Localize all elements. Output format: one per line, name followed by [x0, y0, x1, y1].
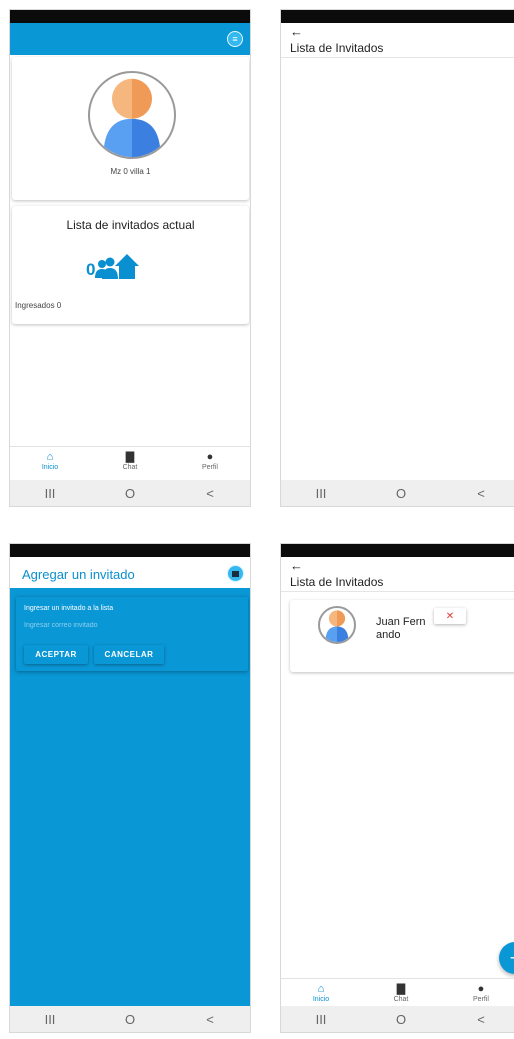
chat-icon: ▇ [125, 451, 135, 463]
guest-count: 0 [86, 260, 96, 279]
guest-summary-card: Lista de invitados actual 0 Ingresados 0 [12, 206, 249, 324]
system-nav-bar: III O < [281, 1006, 514, 1032]
guest-list-item: Juan Fernando ✕ [290, 600, 514, 672]
guest-count-group: 0 [86, 250, 140, 280]
delete-guest-button[interactable]: ✕ [434, 608, 466, 624]
app-bar: ← Lista de Invitados [281, 557, 514, 592]
tab-perfil[interactable]: ● Perfil [451, 979, 511, 1003]
bottom-tab-bar: ⌂ Inicio ▇ Chat ● Perfil [10, 446, 250, 481]
recent-apps-button[interactable]: III [291, 1012, 351, 1027]
home-button[interactable]: O [100, 486, 160, 501]
chat-icon: ▇ [396, 983, 406, 995]
page-title: Lista de Invitados [290, 575, 384, 589]
entered-count: Ingresados 0 [15, 301, 62, 310]
system-nav-bar: III O < [10, 1006, 250, 1032]
accept-button[interactable]: ACEPTAR [24, 645, 88, 664]
profile-address: Mz 0 villa 1 [110, 167, 151, 176]
guest-email-input[interactable] [24, 619, 224, 631]
tab-label: Perfil [202, 464, 218, 471]
form-label: Ingresar un invitado a la lista [24, 605, 114, 612]
tab-label: Inicio [312, 996, 330, 1003]
tab-perfil[interactable]: ● Perfil [180, 447, 240, 471]
guest-list-screen: ← Lista de Invitados Juan Fernando ✕ + ⌂… [280, 543, 514, 1033]
system-nav-bar: III O < [281, 480, 514, 506]
page-title: Lista de Invitados [290, 41, 384, 55]
status-bar [10, 10, 250, 23]
system-nav-bar: III O < [10, 480, 250, 506]
status-bar [281, 544, 514, 557]
back-button[interactable]: < [180, 1012, 240, 1027]
status-bar [10, 544, 250, 557]
guest-list-title: Lista de invitados actual [66, 218, 195, 232]
back-arrow-icon[interactable]: ← [290, 558, 303, 573]
home-icon: ⌂ [46, 451, 54, 463]
guest-avatar [318, 606, 356, 644]
tab-label: Chat [122, 464, 138, 471]
avatar [88, 71, 176, 159]
menu-icon[interactable] [227, 565, 244, 582]
back-arrow-icon[interactable]: ← [290, 24, 303, 39]
home-button[interactable]: O [100, 1012, 160, 1027]
tab-chat[interactable]: ▇ Chat [371, 979, 431, 1003]
tab-label: Perfil [473, 996, 489, 1003]
bottom-tab-bar: ⌂ Inicio ▇ Chat ● Perfil [281, 978, 514, 1009]
home-icon: ⌂ [317, 983, 325, 995]
add-guest-screen: Agregar un invitado Ingresar un invitado… [9, 543, 251, 1033]
person-icon: ● [477, 983, 485, 995]
people-home-icon [95, 254, 140, 279]
app-bar: Agregar un invitado [10, 557, 250, 588]
person-icon: ● [206, 451, 214, 463]
app-bar: ← Lista de Invitados [281, 23, 514, 58]
user-avatar-icon [103, 78, 161, 157]
tab-inicio[interactable]: ⌂ Inicio [20, 447, 80, 471]
add-guest-form: Ingresar un invitado a la lista ACEPTAR … [16, 597, 248, 671]
recent-apps-button[interactable]: III [291, 486, 351, 501]
status-bar [281, 10, 514, 23]
recent-apps-button[interactable]: III [20, 486, 80, 501]
tab-label: Chat [393, 996, 409, 1003]
recent-apps-button[interactable]: III [20, 1012, 80, 1027]
cancel-button[interactable]: CANCELAR [94, 645, 164, 664]
tab-label: Inicio [41, 464, 59, 471]
home-button[interactable]: O [371, 1012, 431, 1027]
tab-chat[interactable]: ▇ Chat [100, 447, 160, 471]
user-avatar-icon [325, 610, 349, 642]
guest-name: Juan Fernando [376, 616, 426, 641]
tab-inicio[interactable]: ⌂ Inicio [291, 979, 351, 1003]
page-title: Agregar un invitado [22, 567, 135, 582]
add-guest-fab[interactable]: + [499, 942, 514, 974]
back-button[interactable]: < [451, 1012, 511, 1027]
menu-icon[interactable]: ≡ [227, 31, 243, 47]
home-screen: ≡ Mz 0 villa 1 Lista de invitados actual… [9, 9, 251, 507]
home-button[interactable]: O [371, 486, 431, 501]
back-button[interactable]: < [451, 486, 511, 501]
profile-card: Mz 0 villa 1 [12, 57, 249, 200]
app-bar: ≡ [10, 23, 250, 55]
guest-list-empty-screen: ← Lista de Invitados III O < [280, 9, 514, 507]
back-button[interactable]: < [180, 486, 240, 501]
